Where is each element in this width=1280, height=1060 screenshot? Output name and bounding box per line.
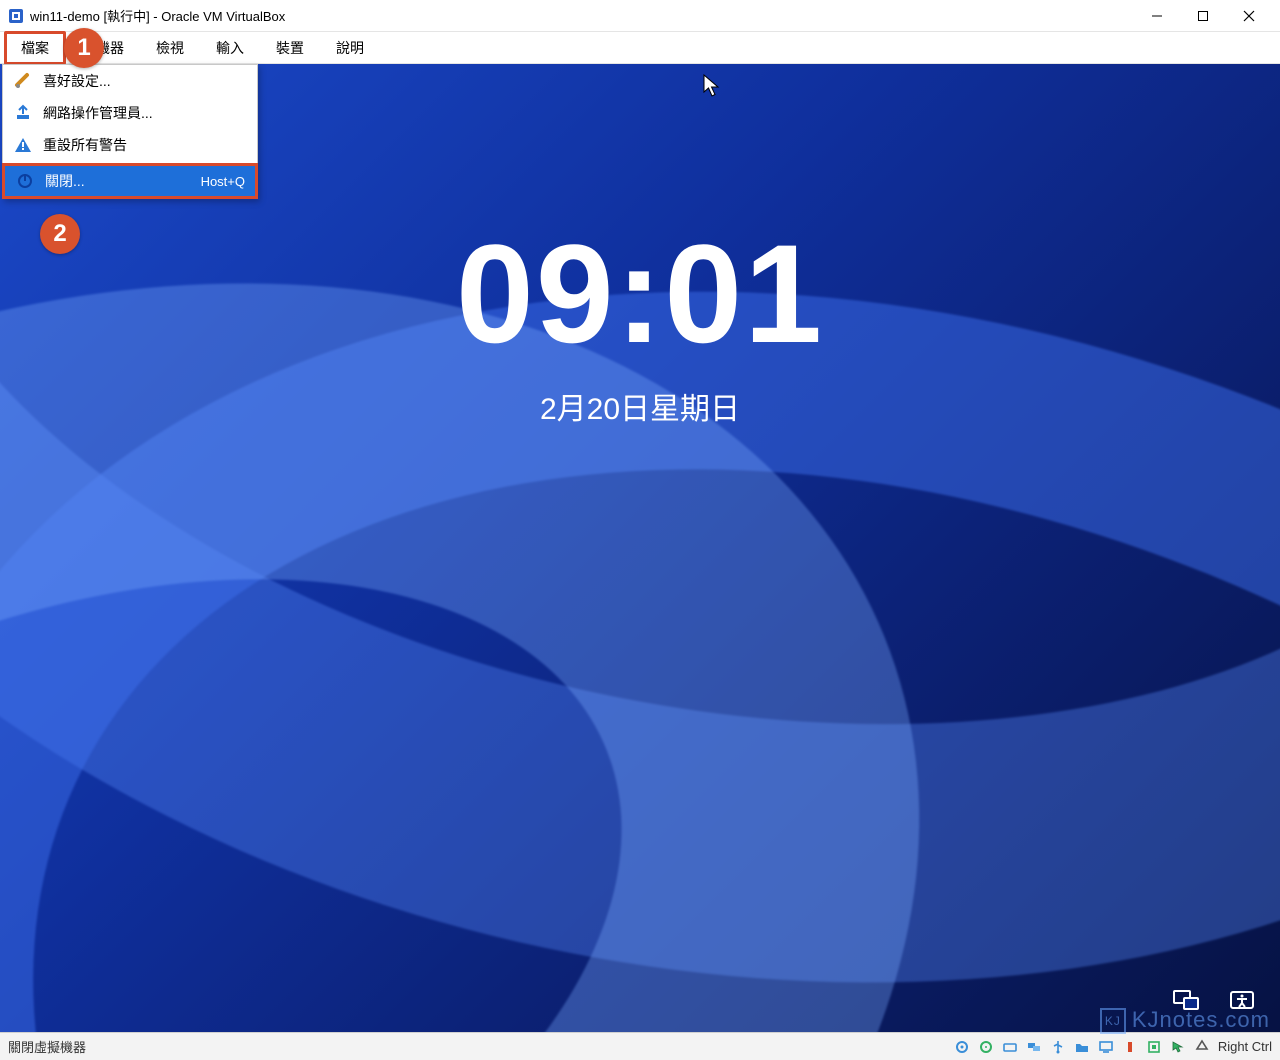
window-minimize-button[interactable] [1134,0,1180,32]
menu-input[interactable]: 輸入 [200,32,260,64]
power-icon [15,171,35,191]
network-manager-icon [13,103,33,123]
virtualbox-app-icon [8,8,24,24]
warning-icon [13,135,33,155]
menu-item-label: 關閉... [45,171,191,191]
menu-item-label: 網路操作管理員... [43,103,247,123]
usb-icon[interactable] [1048,1038,1068,1056]
optical-disk-icon[interactable] [976,1038,996,1056]
shared-folder-icon[interactable] [1072,1038,1092,1056]
lockscreen-date: 2月20日星期日 [0,384,1280,428]
window-title: win11-demo [執行中] - Oracle VM VirtualBox [30,6,1134,25]
menu-file[interactable]: 檔案 [4,31,66,65]
statusbar: 關閉虛擬機器 Right Ctrl [0,1032,1280,1060]
window-close-button[interactable] [1226,0,1272,32]
cpu-icon[interactable] [1144,1038,1164,1056]
accessibility-icon[interactable] [1228,988,1256,1012]
window-titlebar: win11-demo [執行中] - Oracle VM VirtualBox [0,0,1280,32]
guest-display[interactable]: 09:01 2月20日星期日 [0,64,1280,1032]
menu-item-preferences[interactable]: 喜好設定... [3,65,257,97]
menu-devices[interactable]: 裝置 [260,32,320,64]
menubar: 檔案 機器 檢視 輸入 裝置 說明 [0,32,1280,64]
guest-wallpaper [0,64,1280,1032]
display-icon[interactable] [1096,1038,1116,1056]
hostkey-label: Right Ctrl [1218,1039,1272,1054]
menu-view[interactable]: 檢視 [140,32,200,64]
settings-icon [13,71,33,91]
annotation-badge-2: 2 [40,214,80,254]
hostkey-indicator-icon [1194,1038,1210,1055]
menu-item-network-manager[interactable]: 網路操作管理員... [3,97,257,129]
hard-disk-icon[interactable] [952,1038,972,1056]
lockscreen-bottom-icons [1172,988,1256,1012]
window-maximize-button[interactable] [1180,0,1226,32]
audio-icon[interactable] [1000,1038,1020,1056]
recording-icon[interactable] [1120,1038,1140,1056]
lockscreen-clock: 09:01 2月20日星期日 [0,224,1280,428]
network-icon[interactable] [1172,988,1200,1012]
mouse-integration-icon[interactable] [1168,1038,1188,1056]
annotation-badge-1: 1 [64,28,104,68]
lockscreen-time: 09:01 [0,224,1280,364]
mouse-cursor-icon [703,74,721,103]
file-menu-dropdown: 喜好設定... 網路操作管理員... 重設所有警告 關閉... Host+Q [2,64,258,199]
statusbar-tray [952,1038,1188,1056]
statusbar-message: 關閉虛擬機器 [8,1037,952,1056]
menu-item-close[interactable]: 關閉... Host+Q [2,163,258,199]
menu-item-label: 重設所有警告 [43,135,247,155]
menu-item-reset-warnings[interactable]: 重設所有警告 [3,129,257,161]
menu-item-shortcut: Host+Q [201,174,245,189]
menu-help[interactable]: 說明 [320,32,380,64]
menu-item-label: 喜好設定... [43,71,247,91]
network-adapter-icon[interactable] [1024,1038,1044,1056]
